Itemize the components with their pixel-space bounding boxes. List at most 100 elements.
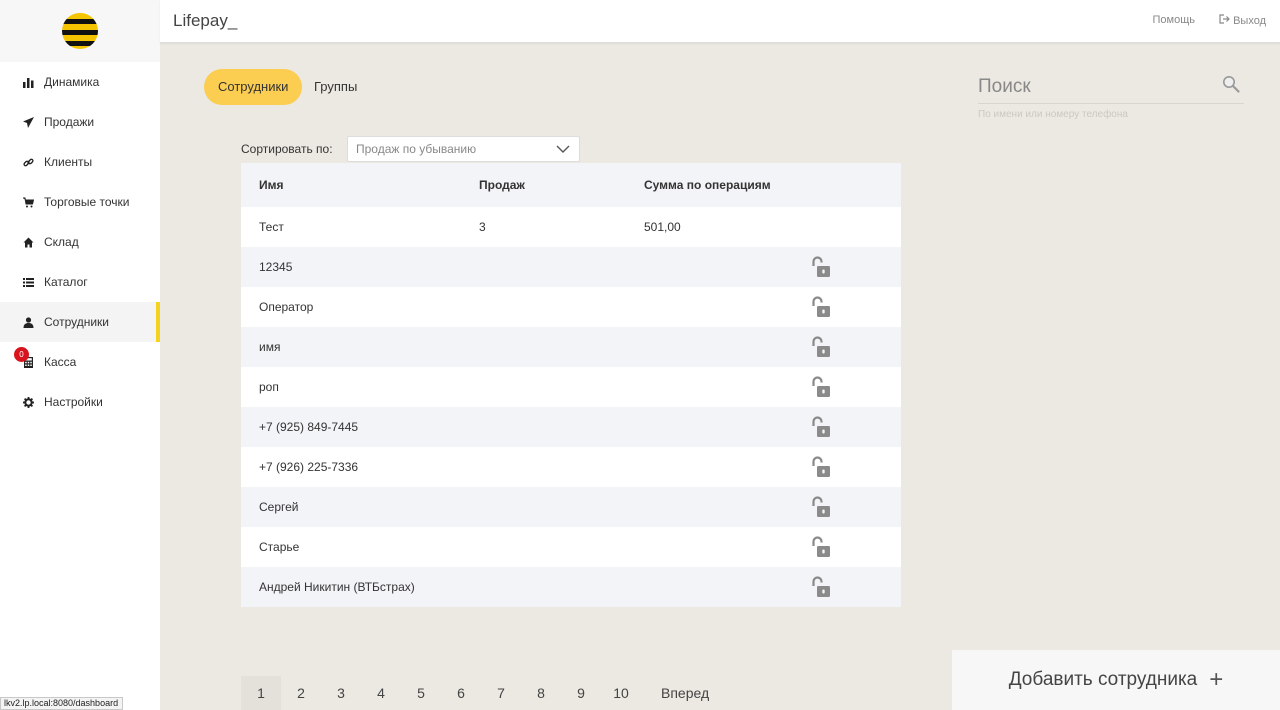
table-row[interactable]: +7 (925) 849-7445: [241, 407, 901, 447]
unlock-icon[interactable]: [807, 287, 833, 327]
bar-chart-icon: [22, 76, 34, 88]
table-row[interactable]: Старье: [241, 527, 901, 567]
page-link[interactable]: 8: [521, 685, 561, 701]
employee-name: Оператор: [259, 300, 314, 314]
gear-icon: [22, 396, 34, 408]
page-link[interactable]: 6: [441, 685, 481, 701]
unlock-icon[interactable]: [807, 567, 833, 607]
tab-groups[interactable]: Группы: [300, 69, 371, 105]
beeline-logo[interactable]: [62, 13, 98, 49]
sidebar-item-catalog[interactable]: Каталог: [0, 262, 160, 302]
sidebar-item-settings[interactable]: Настройки: [0, 382, 160, 422]
home-icon: [22, 236, 34, 248]
page-link[interactable]: 2: [281, 685, 321, 701]
sidebar-item-label: Каталог: [44, 275, 88, 289]
sidebar-item-label: Продажи: [44, 115, 95, 129]
chevron-down-icon: [556, 145, 570, 153]
sidebar-item-label: Касса: [44, 355, 77, 369]
employee-name: +7 (926) 225-7336: [259, 460, 359, 474]
page-link[interactable]: 1: [241, 676, 281, 710]
page-link[interactable]: 9: [561, 685, 601, 701]
search-icon[interactable]: [1222, 75, 1240, 93]
table-row[interactable]: имя: [241, 327, 901, 367]
employees-table: Имя Продаж Сумма по операциям Тест 3 501,0…: [241, 163, 901, 607]
employee-name: +7 (925) 849-7445: [259, 420, 359, 434]
sort-select[interactable]: Продаж по убыванию: [347, 136, 580, 162]
table-row[interactable]: Андрей Никитин (ВТБстрах): [241, 567, 901, 607]
sidebar-item-label: Сотрудники: [44, 315, 109, 329]
sidebar-item-label: Настройки: [44, 395, 103, 409]
column-header-name[interactable]: Имя: [259, 163, 284, 207]
table-body: Тест 3 501,00 12345 Оператор имя роп +7 (925) 8…: [241, 207, 901, 607]
page-link[interactable]: 4: [361, 685, 401, 701]
unlock-icon[interactable]: [807, 527, 833, 567]
table-row[interactable]: Тест 3 501,00: [241, 207, 901, 247]
sidebar: Динамика Продажи Клиенты Торговые точки …: [0, 0, 160, 710]
sidebar-item-label: Клиенты: [44, 155, 93, 169]
cart-icon: [22, 196, 34, 208]
sidebar-item-label: Склад: [44, 235, 79, 249]
table-row[interactable]: роп: [241, 367, 901, 407]
search-input[interactable]: [978, 72, 1218, 102]
next-page-link[interactable]: Вперед: [661, 685, 709, 701]
employee-name: роп: [259, 380, 279, 394]
unlock-icon[interactable]: [807, 487, 833, 527]
sign-out-icon: [1219, 14, 1230, 27]
search-box: [978, 72, 1244, 104]
unlock-icon[interactable]: [807, 367, 833, 407]
sidebar-nav: Динамика Продажи Клиенты Торговые точки …: [0, 62, 160, 422]
link-icon: [22, 156, 34, 168]
app-title: Lifepay_: [173, 11, 238, 30]
sidebar-item-sales[interactable]: Продажи: [0, 102, 160, 142]
employee-name: 12345: [259, 260, 293, 274]
table-row[interactable]: 12345: [241, 247, 901, 287]
employee-name: Тест: [259, 220, 284, 234]
sort-label: Сортировать по:: [241, 142, 333, 156]
sidebar-item-points[interactable]: Торговые точки: [0, 182, 160, 222]
employee-name: Андрей Никитин (ВТБстрах): [259, 580, 415, 594]
list-icon: [22, 276, 34, 288]
employee-name: Старье: [259, 540, 300, 554]
user-icon: [22, 316, 34, 328]
page-link[interactable]: 7: [481, 685, 521, 701]
logout-label: Выход: [1233, 14, 1266, 27]
unlock-icon[interactable]: [807, 447, 833, 487]
unlock-icon[interactable]: [807, 247, 833, 287]
sidebar-item-warehouse[interactable]: Склад: [0, 222, 160, 262]
add-employee-label: Добавить сотрудника: [1008, 669, 1198, 690]
page-link[interactable]: 10: [601, 685, 641, 701]
employee-sales: 3: [479, 220, 486, 234]
add-employee-button[interactable]: Добавить сотрудника +: [952, 650, 1280, 710]
help-link[interactable]: Помощь: [1153, 14, 1196, 26]
employee-name: Сергей: [259, 500, 299, 514]
plus-icon: +: [1209, 666, 1224, 693]
unlock-icon[interactable]: [807, 327, 833, 367]
sidebar-item-cashbox[interactable]: 0 Касса: [0, 342, 160, 382]
tab-employees[interactable]: Сотрудники: [204, 69, 303, 105]
table-row[interactable]: Оператор: [241, 287, 901, 327]
sidebar-item-label: Торговые точки: [44, 195, 130, 209]
sidebar-item-employees[interactable]: Сотрудники: [0, 302, 160, 342]
page-link[interactable]: 5: [401, 685, 441, 701]
logout-link[interactable]: Выход: [1219, 14, 1266, 27]
sidebar-item-clients[interactable]: Клиенты: [0, 142, 160, 182]
browser-status-bar: lkv2.lp.local:8080/dashboard: [0, 697, 124, 710]
table-header-row: Имя Продаж Сумма по операциям: [241, 163, 901, 207]
logo-area: [0, 0, 160, 62]
employee-sum: 501,00: [644, 220, 681, 234]
column-header-sum[interactable]: Сумма по операциям: [644, 163, 771, 207]
table-row[interactable]: Сергей: [241, 487, 901, 527]
search-hint: По имени или номеру телефона: [978, 109, 1128, 120]
unlock-icon[interactable]: [807, 407, 833, 447]
sort-select-value: Продаж по убыванию: [356, 142, 477, 156]
top-header: Lifepay_ Помощь Выход: [160, 0, 1280, 43]
column-header-sales[interactable]: Продаж: [479, 163, 525, 207]
pagination: 1 2 3 4 5 6 7 8 9 10 Вперед: [241, 676, 709, 710]
sidebar-item-dynamics[interactable]: Динамика: [0, 62, 160, 102]
page-link[interactable]: 3: [321, 685, 361, 701]
sidebar-item-label: Динамика: [44, 75, 100, 89]
table-row[interactable]: +7 (926) 225-7336: [241, 447, 901, 487]
notification-badge: 0: [14, 347, 29, 362]
paper-plane-icon: [22, 116, 34, 128]
employee-name: имя: [259, 340, 281, 354]
